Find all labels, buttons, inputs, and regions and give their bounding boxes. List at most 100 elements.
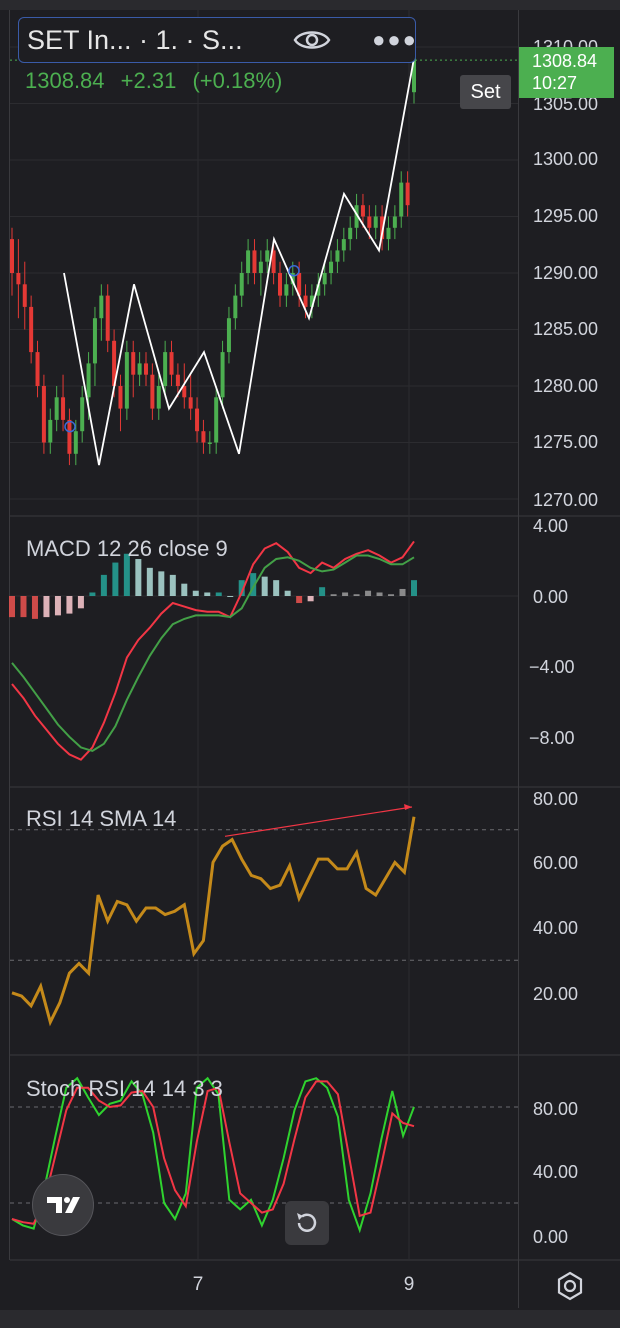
macd-axis-label: −4.00 bbox=[529, 657, 575, 677]
macd-histogram-bar bbox=[273, 580, 280, 596]
candle-body bbox=[131, 352, 136, 375]
price-pane[interactable] bbox=[10, 47, 518, 466]
candle-body bbox=[41, 386, 46, 443]
rsi-divergence-line bbox=[224, 806, 413, 837]
candle-body bbox=[54, 397, 59, 420]
candle-body bbox=[239, 273, 244, 296]
candle-body bbox=[220, 352, 225, 398]
candle-body bbox=[92, 318, 97, 364]
macd-histogram-bar bbox=[296, 596, 303, 604]
chart-canvas[interactable]: 1310.00 1305.00 1300.00 1295.00 1290.00 … bbox=[0, 0, 620, 1328]
candle-body bbox=[48, 419, 53, 443]
candle-body bbox=[80, 397, 85, 432]
last-price-tag: 1308.84 10:27 bbox=[519, 47, 614, 98]
macd-axis-label: −8.00 bbox=[529, 728, 575, 748]
candle-body bbox=[252, 250, 257, 273]
macd-histogram-bar bbox=[307, 596, 314, 602]
candle-body bbox=[373, 216, 378, 228]
macd-histogram-bar bbox=[89, 592, 96, 596]
time-axis-label: 9 bbox=[404, 1274, 415, 1295]
candle-body bbox=[399, 182, 404, 217]
top-bar bbox=[0, 0, 620, 10]
rsi-axis-label: 40.00 bbox=[533, 918, 578, 938]
macd-histogram-bar bbox=[284, 590, 291, 596]
candle-body bbox=[124, 352, 129, 409]
rsi-axis-label: 80.00 bbox=[533, 789, 578, 809]
grid-lines bbox=[10, 10, 518, 1260]
macd-line bbox=[11, 540, 415, 761]
macd-histogram-bar bbox=[365, 590, 372, 596]
price-axis-label: 1280.00 bbox=[533, 376, 598, 396]
reset-chart-icon[interactable] bbox=[285, 1201, 329, 1245]
candle-body bbox=[278, 273, 282, 296]
candle-body bbox=[329, 261, 334, 273]
eye-icon[interactable] bbox=[291, 24, 333, 56]
rsi-line bbox=[11, 816, 416, 1027]
rsi-divergence-arrow bbox=[404, 803, 412, 810]
price-tag-value: 1308.84 bbox=[532, 51, 598, 71]
macd-histogram-bar bbox=[192, 590, 199, 596]
macd-histogram-bar bbox=[376, 592, 383, 596]
price-change-percent: (+0.18%) bbox=[192, 68, 283, 93]
candle-body bbox=[392, 216, 397, 228]
macd-histogram-bar bbox=[227, 596, 234, 597]
candle-body bbox=[73, 431, 78, 454]
candle-body bbox=[405, 182, 410, 206]
candle-body bbox=[137, 363, 142, 375]
quote-line: 1308.84 +2.31 (+0.18%) bbox=[25, 68, 292, 94]
macd-histogram-bar bbox=[54, 596, 61, 616]
rsi-axis-label: 60.00 bbox=[533, 853, 578, 873]
macd-histogram-bar bbox=[353, 594, 360, 596]
macd-histogram-bar bbox=[146, 567, 153, 596]
set-alert-button[interactable]: Set bbox=[460, 75, 511, 109]
macd-histogram-bar bbox=[135, 559, 142, 596]
candle-body bbox=[188, 397, 193, 409]
signal-line bbox=[11, 554, 415, 752]
macd-histogram-bar bbox=[319, 587, 326, 596]
macd-pane[interactable] bbox=[9, 540, 518, 761]
macd-histogram-bar bbox=[388, 594, 395, 596]
gear-icon[interactable] bbox=[550, 1266, 590, 1306]
symbol-header[interactable]: SET In... · 1. · S... ●●● bbox=[18, 17, 416, 63]
price-axis-label: 1300.00 bbox=[533, 149, 598, 169]
candle-body bbox=[322, 273, 327, 285]
candle-body bbox=[360, 205, 365, 217]
macd-histogram-bar bbox=[31, 596, 38, 619]
candle-body bbox=[150, 374, 155, 409]
candle-body bbox=[386, 227, 391, 240]
macd-histogram-bar bbox=[66, 596, 73, 614]
candle-body bbox=[367, 216, 372, 228]
macd-histogram-bar bbox=[204, 592, 211, 596]
candle-body bbox=[105, 295, 110, 341]
chart-app: 1310.00 1305.00 1300.00 1295.00 1290.00 … bbox=[0, 0, 620, 1328]
stoch-axis-label: 80.00 bbox=[533, 1099, 578, 1119]
macd-label[interactable]: MACD 12 26 close 9 bbox=[26, 536, 228, 562]
more-dots-icon[interactable]: ●●● bbox=[371, 26, 419, 54]
candle-body bbox=[16, 273, 21, 285]
symbol-title[interactable]: SET In... · 1. · S... bbox=[27, 25, 263, 56]
stoch-rsi-label[interactable]: Stoch RSI 14 14 3 3 bbox=[26, 1076, 223, 1102]
macd-axis-label: 0.00 bbox=[533, 587, 568, 607]
candle-body bbox=[67, 419, 72, 454]
macd-histogram-bar bbox=[330, 594, 337, 596]
candle-body bbox=[246, 250, 251, 273]
candle-body bbox=[214, 397, 219, 443]
macd-histogram-bar bbox=[342, 592, 349, 596]
candle-body bbox=[195, 408, 200, 432]
price-axis-label: 1290.00 bbox=[533, 263, 598, 283]
macd-histogram-bar bbox=[77, 596, 84, 609]
rsi-pane[interactable] bbox=[10, 803, 518, 1027]
candle-body bbox=[10, 239, 14, 273]
tradingview-logo-icon[interactable] bbox=[32, 1174, 94, 1236]
macd-histogram-bar bbox=[43, 596, 50, 618]
price-axis-label: 1295.00 bbox=[533, 206, 598, 226]
candle-body bbox=[207, 442, 212, 444]
candle-body bbox=[258, 261, 263, 273]
candle-body bbox=[86, 363, 91, 398]
rsi-label[interactable]: RSI 14 SMA 14 bbox=[26, 806, 176, 832]
candle-body bbox=[156, 386, 161, 409]
candle-body bbox=[175, 374, 180, 386]
macd-histogram-bar bbox=[399, 588, 406, 596]
candle-body bbox=[99, 295, 104, 319]
macd-histogram-bar bbox=[9, 596, 15, 618]
